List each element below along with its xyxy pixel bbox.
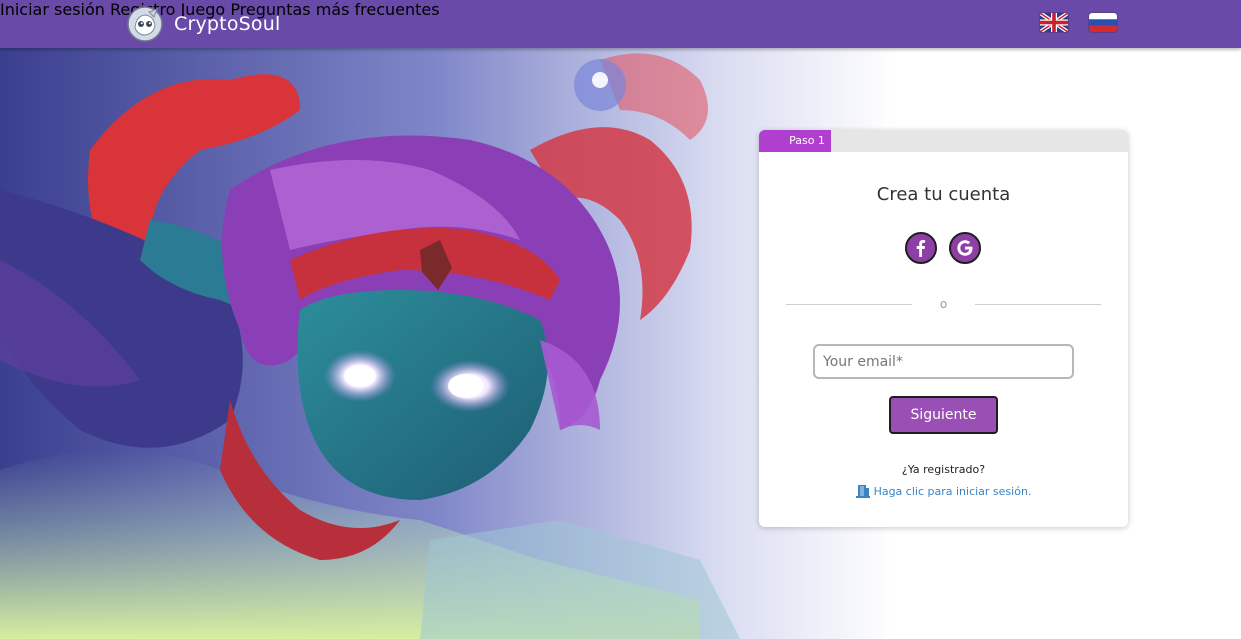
cryptosoul-logo-icon xyxy=(127,6,163,42)
brand[interactable]: CryptoSoul xyxy=(127,4,280,44)
ru-flag-icon[interactable] xyxy=(1089,13,1117,32)
card-title: Crea tu cuenta xyxy=(876,184,1011,205)
step-label: Paso 1 xyxy=(789,134,825,147)
en-flag-icon[interactable] xyxy=(1040,13,1068,32)
facebook-icon xyxy=(916,240,926,257)
page: CryptoSoul Iniciar sesión Registro Juego… xyxy=(0,0,1241,639)
top-navbar: CryptoSoul Iniciar sesión Registro Juego… xyxy=(0,0,1241,48)
google-login-button[interactable] xyxy=(949,232,981,264)
login-link[interactable]: Haga clic para iniciar sesión. xyxy=(759,484,1128,498)
google-icon xyxy=(957,240,973,256)
divider-line-right xyxy=(975,304,1101,305)
email-input[interactable] xyxy=(813,344,1074,379)
facebook-login-button[interactable] xyxy=(905,232,937,264)
already-registered-text: ¿Ya registrado? xyxy=(901,463,986,476)
next-button[interactable]: Siguiente xyxy=(889,396,998,434)
door-login-icon xyxy=(855,485,870,498)
step-badge: Paso 1 xyxy=(759,130,831,152)
nav-login-link[interactable]: Iniciar sesión xyxy=(0,0,105,19)
step-progress-bar: Paso 1 xyxy=(759,130,1128,152)
login-link-label: Haga clic para iniciar sesión. xyxy=(873,485,1032,498)
signup-card: Paso 1 Crea tu cuenta o Siguiente ¿Ya re… xyxy=(759,130,1128,527)
brand-name: CryptoSoul xyxy=(174,13,281,35)
